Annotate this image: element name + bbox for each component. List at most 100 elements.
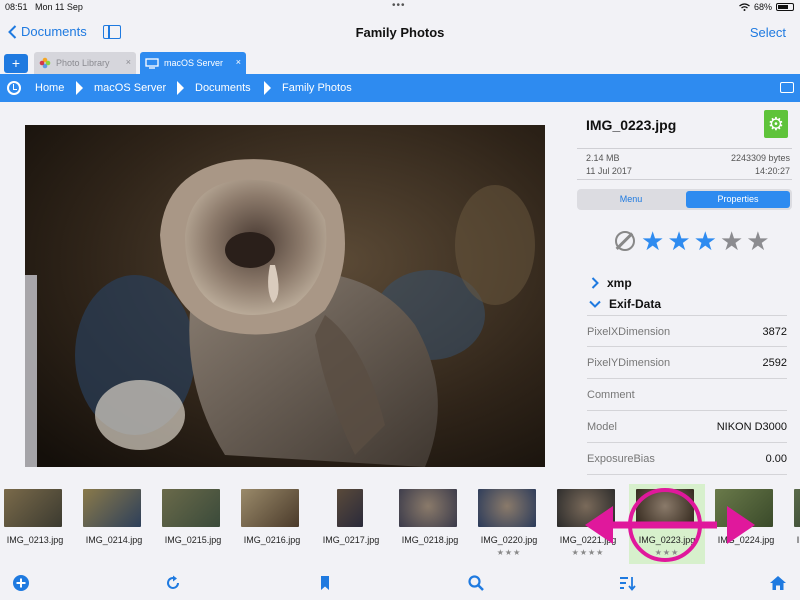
segment-menu[interactable]: Menu <box>579 191 683 208</box>
segment-properties[interactable]: Properties <box>686 191 790 208</box>
thumbnail-image <box>4 489 62 527</box>
chevron-right-icon <box>264 81 271 95</box>
file-meta: 2.14 MB 2243309 bytes 11 Jul 2017 14:20:… <box>577 148 792 180</box>
property-key: ExposureBias <box>587 453 655 465</box>
history-icon[interactable] <box>7 81 21 95</box>
property-value: 2592 <box>762 357 787 369</box>
status-bar: 08:51 Mon 11 Sep ••• 68% <box>0 0 800 14</box>
property-key: Model <box>587 421 617 433</box>
thumbnail-label: IMG_0215.jpg <box>164 535 222 545</box>
page-title: Family Photos <box>355 25 445 40</box>
tab-photo-library[interactable]: Photo Library × <box>34 52 136 74</box>
thumbnail-label: IMG_0214.jpg <box>85 535 143 545</box>
thumbnail-item[interactable]: IMG_0215.jpg <box>155 484 231 564</box>
photos-icon <box>39 57 51 69</box>
file-name: IMG_0223.jpg <box>586 117 677 133</box>
thumbnail-label: IMG_0213.jpg <box>6 535 64 545</box>
chevron-right-icon <box>76 81 83 95</box>
thumbnail-item[interactable]: IMG_0218.jpg <box>392 484 468 564</box>
close-tab-icon[interactable]: × <box>236 57 241 67</box>
select-button[interactable]: Select <box>750 25 786 40</box>
section-label: Exif-Data <box>609 297 662 311</box>
chevron-down-icon <box>589 300 601 308</box>
status-date: Mon 11 Sep <box>35 2 83 12</box>
tab-bar: + Photo Library × macOS Server × <box>0 52 800 74</box>
sort-icon[interactable] <box>618 574 636 592</box>
thumbnail-item[interactable]: IMG_0217.jpg <box>313 484 389 564</box>
section-xmp[interactable]: xmp <box>591 276 632 290</box>
breadcrumb-family-photos[interactable]: Family Photos <box>282 82 352 94</box>
thumbnail-rating: ★★★ <box>496 548 522 557</box>
thumbnail-label: IMG_0216.jpg <box>243 535 301 545</box>
property-value: 3872 <box>762 326 787 338</box>
file-bytes: 2243309 bytes <box>730 153 790 163</box>
star-icon[interactable]: ★ <box>746 228 769 254</box>
thumbnail-image <box>794 489 800 527</box>
section-exif[interactable]: Exif-Data <box>589 297 661 311</box>
property-row: PixelYDimension 2592 <box>587 347 787 379</box>
star-icon[interactable]: ★ <box>641 228 664 254</box>
bookmark-icon[interactable] <box>316 574 334 592</box>
bottom-toolbar <box>0 568 800 600</box>
home-icon[interactable] <box>769 574 787 592</box>
property-key: PixelYDimension <box>587 357 671 369</box>
thumbnail-item[interactable]: IMG_0225.jpg <box>787 484 800 564</box>
breadcrumb-documents[interactable]: Documents <box>195 82 251 94</box>
navigation-bar: Documents Family Photos Select <box>0 14 800 50</box>
status-right: 68% <box>739 2 794 12</box>
property-row: ExposureBias 0.00 <box>587 443 787 475</box>
refresh-icon[interactable] <box>164 574 182 592</box>
star-icon[interactable]: ★ <box>720 228 743 254</box>
multitasking-dots-icon[interactable]: ••• <box>392 0 406 11</box>
gear-icon[interactable]: ⚙ <box>764 110 788 138</box>
battery-percent: 68% <box>753 2 772 12</box>
file-time: 14:20:27 <box>754 166 790 176</box>
file-size: 2.14 MB <box>586 153 620 163</box>
thumbnail-image <box>162 489 220 527</box>
property-row: Comment <box>587 379 787 411</box>
breadcrumb-macos-server[interactable]: macOS Server <box>94 82 166 94</box>
star-icon[interactable]: ★ <box>667 228 690 254</box>
thumbnail-image <box>241 489 299 527</box>
property-key: Comment <box>587 389 635 401</box>
property-key: PixelXDimension <box>587 326 671 338</box>
thumbnail-label: IMG_0218.jpg <box>401 535 459 545</box>
battery-icon <box>776 3 794 11</box>
tab-label: macOS Server <box>164 58 224 68</box>
chevron-right-icon <box>177 81 184 95</box>
add-icon[interactable] <box>12 574 30 592</box>
photo-preview[interactable] <box>25 125 545 467</box>
section-label: xmp <box>607 276 632 290</box>
search-icon[interactable] <box>467 574 485 592</box>
breadcrumb-home[interactable]: Home <box>35 82 64 94</box>
breadcrumb: Home macOS Server Documents Family Photo… <box>0 74 800 102</box>
thumbnail-label: IMG_0220.jpg <box>480 535 538 545</box>
status-time: 08:51 <box>5 2 28 12</box>
thumbnail-item[interactable]: IMG_0213.jpg <box>0 484 73 564</box>
star-rating: ★ ★ ★ ★ ★ <box>615 228 770 254</box>
thumbnail-label: IMG_0225.jpg <box>796 535 800 545</box>
thumbnail-item[interactable]: IMG_0216.jpg <box>234 484 310 564</box>
segmented-control: Menu Properties <box>577 189 792 210</box>
thumbnail-item[interactable]: IMG_0220.jpg ★★★ <box>471 484 547 564</box>
thumbnail-image <box>83 489 141 527</box>
close-tab-icon[interactable]: × <box>126 57 131 67</box>
property-row: PixelXDimension 3872 <box>587 315 787 347</box>
file-date: 11 Jul 2017 <box>586 166 632 176</box>
thumbnail-item[interactable]: IMG_0214.jpg <box>76 484 152 564</box>
thumbnail-label: IMG_0217.jpg <box>322 535 380 545</box>
display-icon[interactable] <box>780 82 794 93</box>
tab-label: Photo Library <box>56 58 110 68</box>
property-value: 0.00 <box>765 453 787 465</box>
star-icon[interactable]: ★ <box>694 228 717 254</box>
owl-photo <box>25 125 545 467</box>
thumbnail-image <box>399 489 457 527</box>
clear-rating-icon[interactable] <box>615 231 635 251</box>
monitor-icon <box>145 57 159 69</box>
info-panel: IMG_0223.jpg ⚙ 2.14 MB 2243309 bytes 11 … <box>577 106 792 480</box>
new-tab-button[interactable]: + <box>4 54 28 73</box>
property-row: Model NIKON D3000 <box>587 411 787 443</box>
tab-macos-server[interactable]: macOS Server × <box>140 52 246 74</box>
chevron-right-icon <box>591 277 599 289</box>
property-value: NIKON D3000 <box>716 421 787 433</box>
